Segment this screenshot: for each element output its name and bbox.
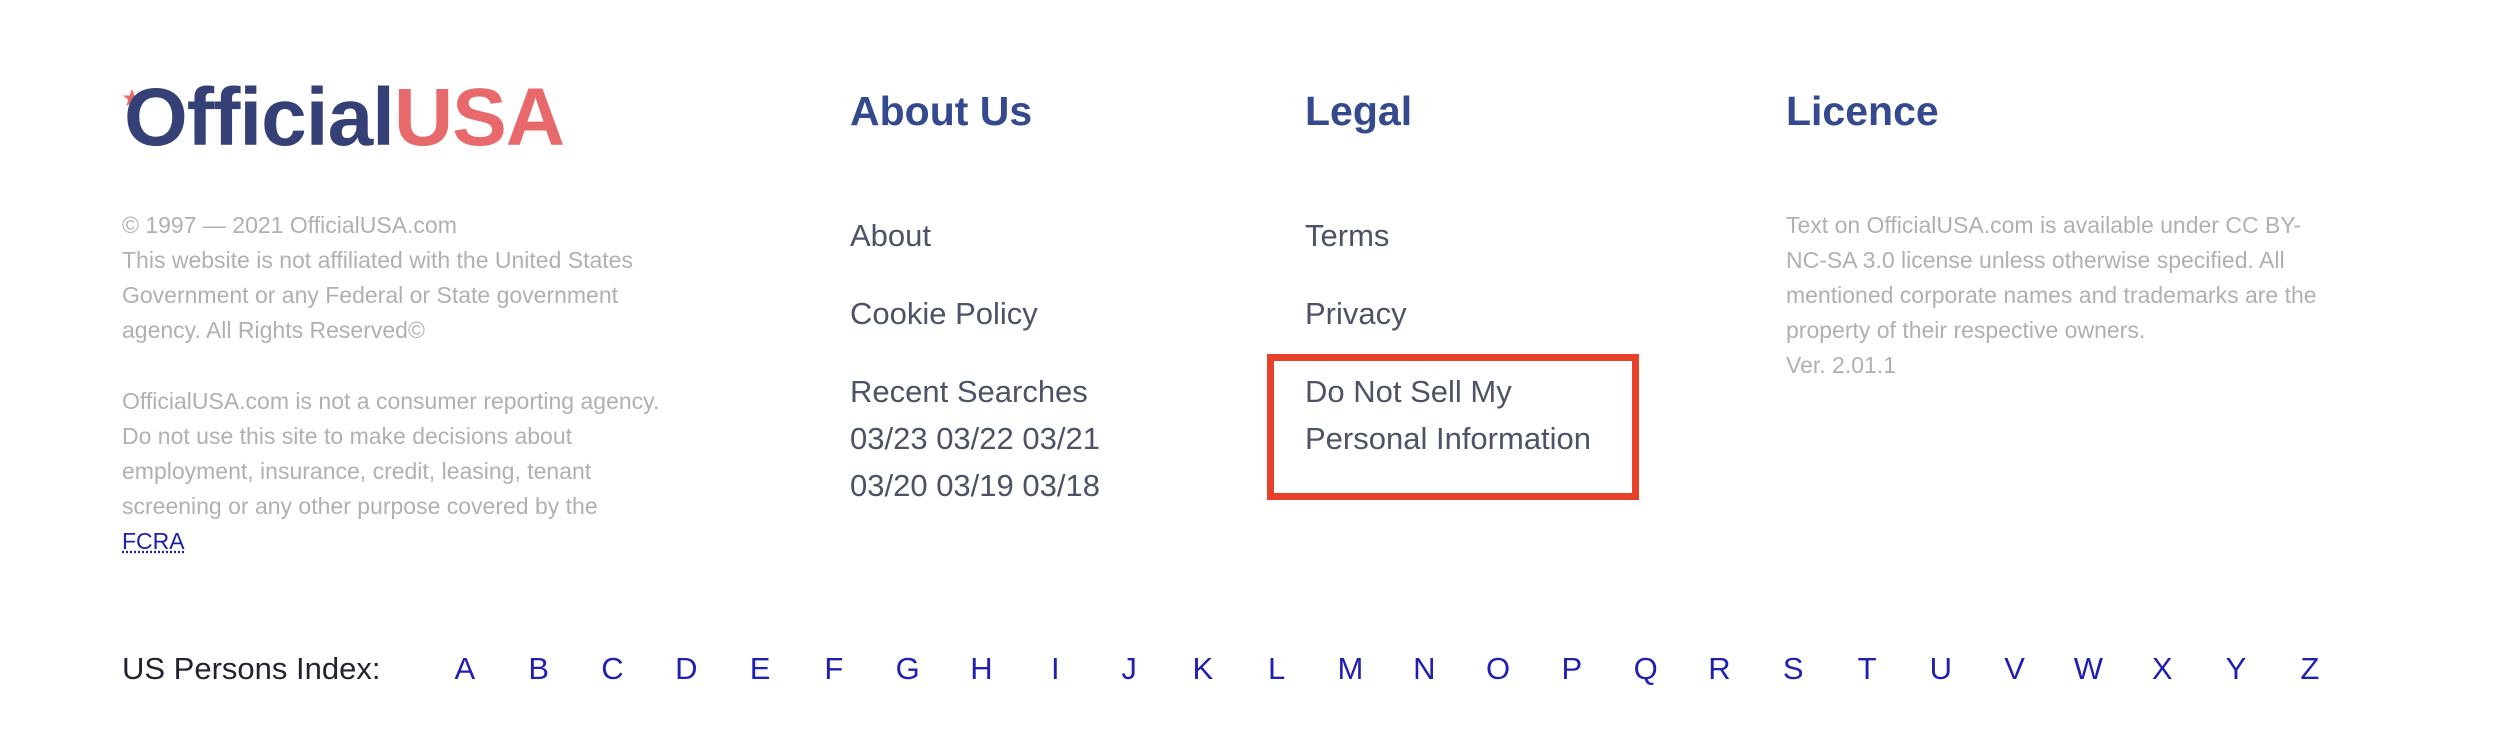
index-letter-r[interactable]: R: [1683, 651, 1757, 687]
index-letter-d[interactable]: D: [649, 651, 723, 687]
persons-index: US Persons Index: A B C D E F G H I J K …: [122, 645, 2347, 693]
index-letter-p[interactable]: P: [1535, 651, 1609, 687]
affiliation-text: This website is not affiliated with the …: [122, 247, 633, 343]
highlight-annotation-box: [1267, 354, 1639, 500]
index-letter-o[interactable]: O: [1461, 651, 1535, 687]
index-letter-n[interactable]: N: [1387, 651, 1461, 687]
index-letter-h[interactable]: H: [945, 651, 1019, 687]
index-letter-t[interactable]: T: [1830, 651, 1904, 687]
index-letter-a[interactable]: A: [428, 651, 502, 687]
index-letter-g[interactable]: G: [871, 651, 945, 687]
index-letter-z[interactable]: Z: [2273, 651, 2347, 687]
index-letter-f[interactable]: F: [797, 651, 871, 687]
persons-index-label: US Persons Index:: [122, 651, 381, 686]
index-letter-b[interactable]: B: [502, 651, 576, 687]
index-letter-m[interactable]: M: [1314, 651, 1388, 687]
index-letter-s[interactable]: S: [1756, 651, 1830, 687]
about-us-heading: About Us: [850, 88, 1033, 134]
recent-searches-row-2[interactable]: 03/20 03/19 03/18: [850, 462, 1100, 509]
licence-text: Text on OfficialUSA.com is available und…: [1786, 212, 2317, 343]
privacy-link[interactable]: Privacy: [1305, 290, 1591, 337]
recent-searches-row-1[interactable]: 03/23 03/22 03/21: [850, 415, 1100, 462]
cookie-policy-link[interactable]: Cookie Policy: [850, 290, 1100, 337]
copyright-text: © 1997 — 2021 OfficialUSA.com: [122, 212, 457, 238]
disclaimer-text: OfficialUSA.com is not a consumer report…: [122, 384, 662, 559]
about-link[interactable]: About: [850, 212, 1100, 259]
index-letter-e[interactable]: E: [723, 651, 797, 687]
index-letter-l[interactable]: L: [1240, 651, 1314, 687]
logo-text-usa: USA: [393, 72, 565, 163]
licence-heading: Licence: [1786, 88, 1939, 134]
index-letter-y[interactable]: Y: [2199, 651, 2273, 687]
legal-heading: Legal: [1305, 88, 1413, 134]
index-letter-q[interactable]: Q: [1609, 651, 1683, 687]
index-letter-j[interactable]: J: [1092, 651, 1166, 687]
index-letter-i[interactable]: I: [1018, 651, 1092, 687]
index-letter-w[interactable]: W: [2052, 651, 2126, 687]
terms-link[interactable]: Terms: [1305, 212, 1591, 259]
index-letter-v[interactable]: V: [1978, 651, 2052, 687]
about-links: About Cookie Policy Recent Searches 03/2…: [850, 212, 1100, 509]
disclaimer-body: OfficialUSA.com is not a consumer report…: [122, 388, 660, 519]
version-text: Ver. 2.01.1: [1786, 352, 1896, 378]
licence-block: Text on OfficialUSA.com is available und…: [1786, 208, 2326, 383]
index-letter-u[interactable]: U: [1904, 651, 1978, 687]
recent-searches-label: Recent Searches: [850, 374, 1088, 409]
index-letter-x[interactable]: X: [2125, 651, 2199, 687]
logo-text-official: Official: [124, 72, 395, 163]
index-letter-k[interactable]: K: [1166, 651, 1240, 687]
index-letter-c[interactable]: C: [576, 651, 650, 687]
fcra-link[interactable]: FCRA: [122, 528, 185, 554]
copyright-block: © 1997 — 2021 OfficialUSA.com This websi…: [122, 208, 682, 348]
